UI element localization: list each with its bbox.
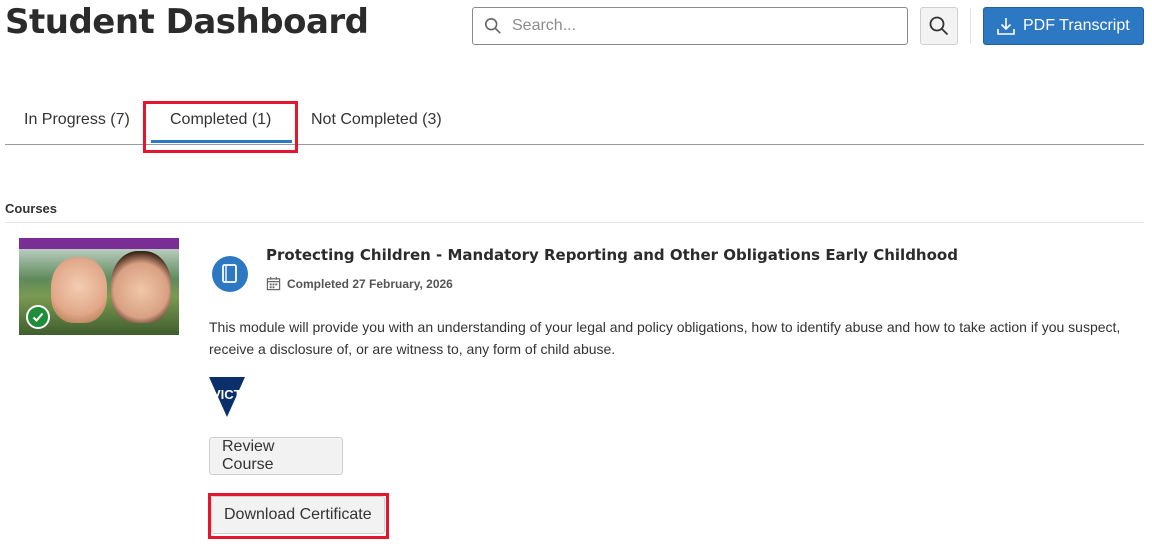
- tab-not-completed[interactable]: Not Completed (3): [311, 95, 442, 145]
- search-icon: [929, 16, 949, 36]
- search-input[interactable]: [512, 17, 892, 35]
- course-thumbnail[interactable]: [19, 238, 179, 335]
- divider: [970, 8, 971, 44]
- section-divider: [5, 222, 1144, 223]
- download-icon: [997, 18, 1015, 35]
- victoria-logo-text: VICTORIA: [212, 387, 274, 402]
- highlight-box-completed-tab: [143, 101, 298, 153]
- completion-date-text: Completed 27 February, 2026: [287, 276, 453, 291]
- search-button[interactable]: [920, 7, 958, 45]
- page-title: Student Dashboard: [5, 2, 369, 42]
- highlight-box-download-certificate: [208, 493, 389, 539]
- search-icon: [484, 17, 501, 34]
- photo-child-left: [51, 257, 107, 323]
- pdf-transcript-label: PDF Transcript: [1023, 17, 1130, 34]
- section-label-courses: Courses: [5, 201, 58, 216]
- check-circle-icon: [26, 305, 50, 329]
- calendar-icon: [266, 276, 281, 291]
- photo-child-right: [111, 251, 171, 323]
- course-photo: [19, 249, 179, 335]
- course-title[interactable]: Protecting Children - Mandatory Reportin…: [266, 246, 958, 264]
- search-box[interactable]: [472, 7, 908, 45]
- review-course-button[interactable]: Review Course: [209, 437, 343, 475]
- thumbnail-color-bar: [19, 238, 179, 249]
- completion-date: Completed 27 February, 2026: [266, 276, 453, 291]
- course-description: This module will provide you with an und…: [209, 319, 1121, 357]
- victoria-logo: VICTORIA: [209, 377, 274, 417]
- pdf-transcript-button[interactable]: PDF Transcript: [983, 7, 1144, 45]
- book-icon: [212, 256, 248, 292]
- tab-in-progress[interactable]: In Progress (7): [24, 95, 130, 145]
